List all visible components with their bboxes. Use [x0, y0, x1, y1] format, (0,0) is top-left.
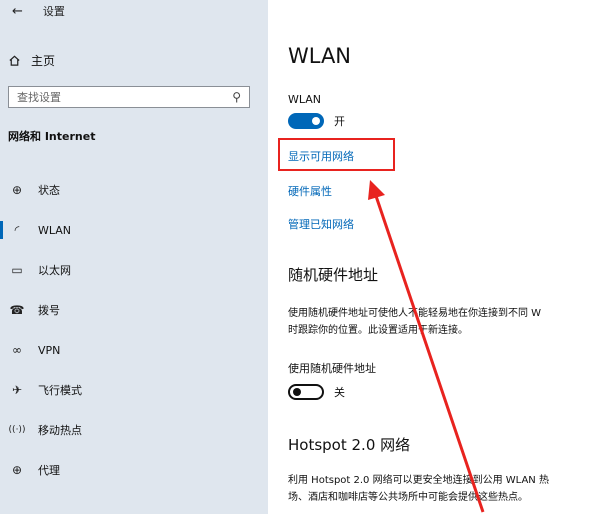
sidebar-item-label: VPN [38, 343, 61, 357]
sidebar-item-label: 拨号 [38, 304, 60, 317]
home-icon [9, 55, 20, 66]
sidebar-item-proxy[interactable]: ⊕ 代理 [0, 450, 268, 490]
sidebar-home[interactable]: 主页 [8, 52, 55, 69]
hardware-properties-link[interactable]: 硬件属性 [288, 183, 332, 199]
show-available-networks-link[interactable]: 显示可用网络 [288, 148, 354, 164]
proxy-globe-icon: ⊕ [11, 463, 23, 477]
sidebar-nav: ⊕ 状态 ◜ WLAN ▭ 以太网 ☎ 拨号 ∞ VPN ✈ 飞行模式 ((·)… [0, 170, 268, 490]
airplane-icon: ✈ [11, 383, 23, 397]
sidebar-item-label: 以太网 [38, 264, 71, 277]
random-mac-desc-line1: 使用随机硬件地址可使他人不能轻易地在你连接到不同 W [288, 308, 542, 319]
sidebar: ← 设置 主页 ⚲ 网络和 Internet ⊕ 状态 ◜ WLAN ▭ 以太网… [0, 0, 268, 514]
random-mac-toggle-switch[interactable] [288, 384, 324, 400]
sidebar-item-label: WLAN [38, 223, 72, 237]
main-content: WLAN WLAN 开 显示可用网络 硬件属性 管理已知网络 随机硬件地址 使用… [268, 0, 603, 514]
sidebar-item-wlan[interactable]: ◜ WLAN [0, 210, 268, 250]
title-bar: ← 设置 [12, 3, 65, 19]
wlan-toggle-row: 开 [288, 113, 345, 129]
hotspot20-desc-line2: 场、酒店和咖啡店等公共场所中可能会提供这些热点。 [288, 492, 528, 503]
sidebar-item-status[interactable]: ⊕ 状态 [0, 170, 268, 210]
random-mac-toggle-row: 关 [288, 384, 345, 400]
hotspot20-desc-line1: 利用 Hotspot 2.0 网络可以更安全地连接到公用 WLAN 热 [288, 475, 549, 486]
sidebar-item-label: 状态 [38, 184, 60, 197]
random-mac-toggle-state: 关 [334, 386, 345, 399]
globe-status-icon: ⊕ [11, 183, 23, 197]
manage-known-networks-link[interactable]: 管理已知网络 [288, 216, 354, 232]
wifi-icon: ◜ [14, 223, 20, 237]
sidebar-section-label: 网络和 Internet [8, 130, 96, 143]
sidebar-item-dialup[interactable]: ☎ 拨号 [0, 290, 268, 330]
hotspot20-heading: Hotspot 2.0 网络 [288, 436, 411, 454]
sidebar-item-label: 飞行模式 [38, 384, 82, 397]
search-icon[interactable]: ⚲ [232, 90, 241, 104]
random-mac-heading: 随机硬件地址 [288, 266, 379, 284]
sidebar-item-airplane-mode[interactable]: ✈ 飞行模式 [0, 370, 268, 410]
vpn-icon: ∞ [12, 343, 22, 357]
sidebar-item-label: 移动热点 [38, 424, 82, 437]
back-arrow-icon[interactable]: ← [12, 4, 23, 19]
wlan-setting-label: WLAN [288, 93, 322, 106]
ethernet-icon: ▭ [11, 263, 23, 277]
hotspot-icon: ((·)) [8, 425, 26, 435]
wlan-toggle-state: 开 [334, 115, 345, 128]
sidebar-item-mobile-hotspot[interactable]: ((·)) 移动热点 [0, 410, 268, 450]
sidebar-home-label: 主页 [31, 54, 56, 68]
random-mac-description: 使用随机硬件地址可使他人不能轻易地在你连接到不同 W 时跟踪你的位置。此设置适用… [288, 305, 541, 339]
random-mac-desc-line2: 时跟踪你的位置。此设置适用于新连接。 [288, 325, 468, 336]
wlan-toggle-switch[interactable] [288, 113, 324, 129]
dialup-icon: ☎ [9, 303, 25, 317]
page-title: WLAN [288, 44, 352, 68]
window-title: 设置 [42, 5, 65, 18]
sidebar-item-vpn[interactable]: ∞ VPN [0, 330, 268, 370]
sidebar-item-label: 代理 [38, 464, 60, 477]
sidebar-item-ethernet[interactable]: ▭ 以太网 [0, 250, 268, 290]
random-mac-toggle-label: 使用随机硬件地址 [288, 362, 376, 375]
search-input[interactable] [17, 90, 217, 104]
search-box[interactable]: ⚲ [8, 86, 250, 108]
hotspot20-description: 利用 Hotspot 2.0 网络可以更安全地连接到公用 WLAN 热 场、酒店… [288, 472, 549, 506]
